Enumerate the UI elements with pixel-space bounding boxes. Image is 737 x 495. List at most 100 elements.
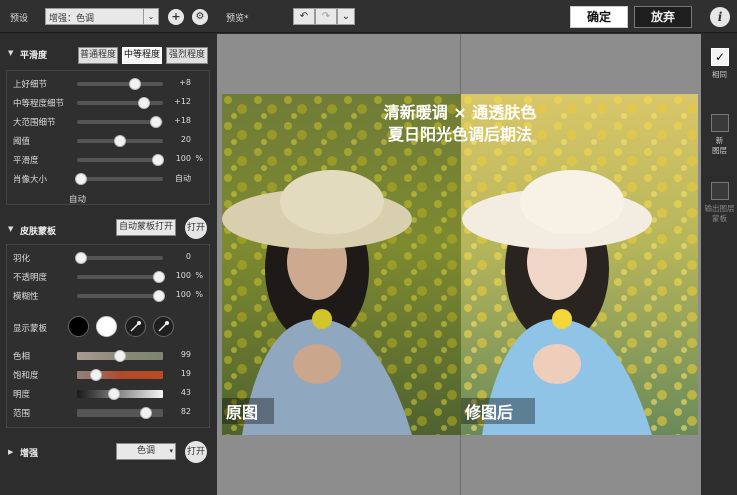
slider-value: 100	[175, 271, 191, 280]
slider-handle[interactable]	[75, 173, 88, 185]
discard-button[interactable]: 放弃	[634, 6, 692, 28]
history-dropdown-button[interactable]: ⌄	[337, 8, 355, 25]
comparison-photo: 清新暖调 × 通透肤色 夏日阳光色调后期法 原图 修图后	[222, 94, 698, 435]
slider-track[interactable]	[77, 290, 165, 302]
layer-panel: ✓ 相同 新 图层 输出图层 蒙板	[702, 34, 737, 495]
headline-line-2: 夏日阳光色调后期法	[387, 125, 532, 144]
mode-normal-button[interactable]: 普通程度	[78, 47, 118, 64]
skin-mask-section-header[interactable]: ▼ 皮肤蒙板	[0, 220, 216, 240]
slider-track[interactable]	[77, 116, 163, 128]
preset-value: 增强：色调	[49, 14, 95, 24]
eyedropper-icon	[130, 321, 141, 332]
auto-label: 自动	[69, 195, 87, 205]
slider-label: 不透明度	[13, 273, 48, 283]
slider-label: 范围	[13, 409, 31, 419]
confirm-button[interactable]: 确定	[570, 6, 628, 28]
slider-handle[interactable]	[152, 290, 165, 302]
slider-track[interactable]	[75, 173, 163, 185]
slider-handle[interactable]	[107, 388, 120, 400]
collapse-triangle-icon: ▼	[8, 49, 14, 57]
slider-label: 阈值	[13, 137, 31, 147]
slider-label: 明度	[13, 390, 31, 400]
slider-handle[interactable]	[129, 78, 142, 90]
slider-row: 肖像大小 自动	[7, 172, 211, 186]
preset-dropdown[interactable]: 增强：色调 ⌄	[45, 8, 159, 25]
slider-track[interactable]	[77, 407, 163, 419]
same-label: 相同	[712, 70, 727, 79]
enhance-toggle[interactable]: 打开	[185, 441, 207, 463]
enhance-mode-dropdown[interactable]: 色调 ▾	[116, 443, 176, 460]
white-mask-swatch[interactable]	[96, 316, 117, 337]
slider-track[interactable]	[77, 135, 163, 147]
slider-value: 20	[180, 135, 191, 144]
skin-mask-title: 皮肤蒙板	[20, 227, 57, 237]
before-label: 原图	[226, 403, 258, 422]
info-button[interactable]: i	[710, 7, 730, 27]
adjustment-panel: ▼ 平滑度 普通程度 中等程度 强烈程度 上好细节 +8 中等程度细节 +12 大范围细…	[0, 34, 216, 495]
enhance-title: 增强	[20, 449, 39, 459]
slider-value: +18	[174, 116, 191, 125]
preview-canvas[interactable]: 清新暖调 × 通透肤色 夏日阳光色调后期法 原图 修图后	[217, 34, 701, 495]
slider-handle[interactable]	[114, 350, 126, 362]
slider-value: +8	[179, 78, 191, 87]
enhance-section-header[interactable]: ▶ 增强	[0, 442, 216, 462]
slider-track[interactable]	[77, 154, 164, 166]
slider-label: 模糊性	[13, 292, 39, 302]
smoothing-controls: 上好细节 +8 中等程度细节 +12 大范围细节 +18 阈值 20 平滑度 100% 肖像大小 自动…	[6, 70, 210, 205]
slider-row: 中等程度细节 +12	[7, 96, 211, 110]
slider-handle[interactable]	[75, 252, 88, 264]
slider-row: 明度 43	[7, 387, 211, 401]
plus-icon: +	[171, 10, 181, 23]
slider-label: 上好细节	[13, 80, 48, 90]
checkmark-icon: ✓	[714, 50, 726, 64]
slider-track[interactable]	[77, 350, 163, 362]
preset-label: 预设	[10, 14, 29, 24]
slider-handle[interactable]	[89, 369, 102, 381]
slider-value: 100	[175, 154, 191, 163]
slider-handle[interactable]	[151, 154, 164, 166]
redo-button[interactable]: ↷	[315, 8, 337, 25]
redo-icon: ↷	[321, 11, 331, 22]
preset-settings-button[interactable]: ⚙	[192, 9, 208, 25]
add-preset-button[interactable]: +	[168, 9, 184, 25]
slider-track[interactable]	[77, 97, 163, 109]
eyedropper-plus-icon	[158, 321, 169, 332]
skin-mask-toggle[interactable]: 打开	[185, 217, 207, 239]
slider-track[interactable]	[77, 78, 163, 90]
slider-handle[interactable]	[150, 116, 163, 128]
output-mask-label: 输出图层 蒙板	[704, 204, 735, 223]
mode-medium-button[interactable]: 中等程度	[122, 47, 162, 64]
mode-strong-button[interactable]: 强烈程度	[166, 47, 208, 64]
slider-label: 平滑度	[13, 156, 39, 166]
slider-value: 82	[180, 407, 191, 416]
same-layer-checkbox[interactable]: ✓	[711, 48, 729, 66]
slider-row: 上好细节 +8	[7, 77, 211, 91]
slider-label: 饱和度	[13, 371, 39, 381]
slider-value: 自动	[175, 174, 191, 183]
auto-mask-button[interactable]: 自动蒙板打开	[116, 219, 176, 236]
chevron-down-icon: ⌄	[143, 9, 158, 24]
slider-handle[interactable]	[138, 97, 151, 109]
slider-handle[interactable]	[114, 135, 126, 147]
undo-button[interactable]: ↶	[293, 8, 315, 25]
slider-track[interactable]	[77, 271, 165, 283]
slider-unit: %	[195, 154, 203, 163]
new-layer-checkbox[interactable]	[711, 114, 729, 132]
slider-handle[interactable]	[152, 271, 165, 283]
slider-track[interactable]	[75, 252, 163, 264]
slider-handle[interactable]	[139, 407, 152, 419]
slider-value: 99	[180, 350, 191, 359]
smoothing-title: 平滑度	[20, 51, 48, 61]
eyedropper-plus-button[interactable]	[153, 316, 174, 337]
chevron-down-icon: ⌄	[341, 11, 351, 22]
slider-row: 大范围细节 +18	[7, 115, 211, 129]
slider-label: 大范围细节	[13, 118, 56, 128]
eyedropper-button[interactable]	[125, 316, 146, 337]
output-mask-checkbox[interactable]	[711, 182, 729, 200]
slider-track[interactable]	[77, 388, 163, 400]
black-mask-swatch[interactable]	[68, 316, 89, 337]
slider-track[interactable]	[77, 369, 163, 381]
slider-label: 羽化	[13, 254, 31, 264]
slider-row: 范围 82	[7, 406, 211, 420]
slider-row: 色相 99	[7, 349, 211, 363]
